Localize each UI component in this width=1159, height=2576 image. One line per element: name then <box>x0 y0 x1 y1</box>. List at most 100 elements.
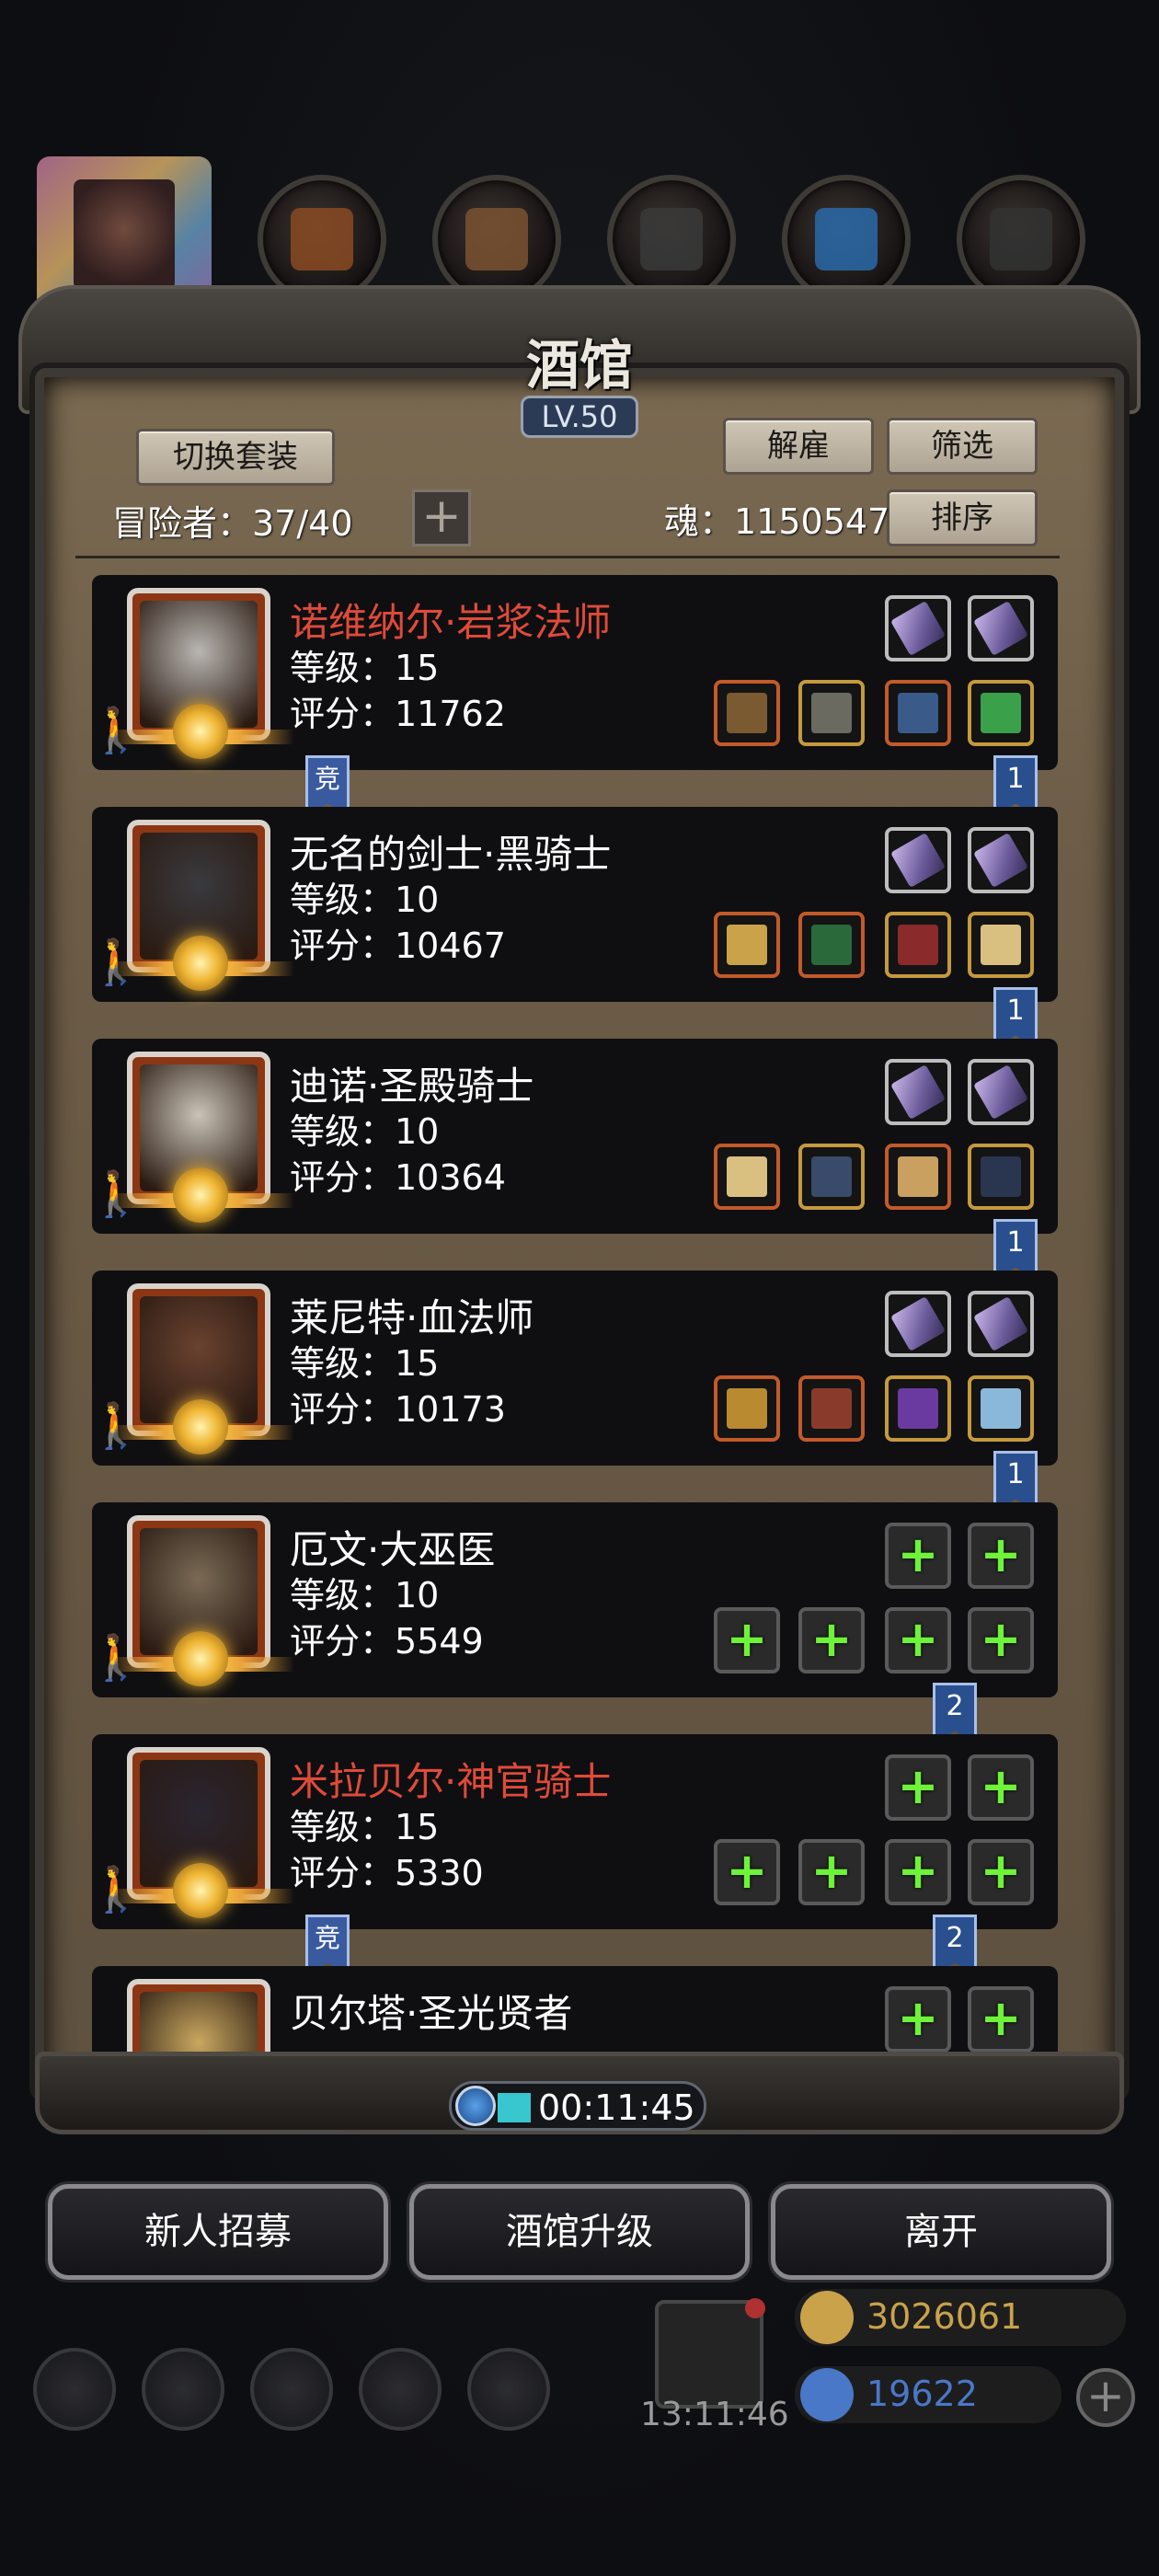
empty-equipment-slot[interactable]: + <box>885 1839 951 1905</box>
empty-crystal-slot[interactable]: + <box>885 1754 951 1821</box>
plank-resource-icon[interactable] <box>432 175 561 304</box>
empty-equipment-slot[interactable]: + <box>798 1839 865 1905</box>
hero-card[interactable]: 🚶 厄文·大巫医 等级：10 评分：5549 + + + + + + <box>92 1502 1058 1697</box>
hero-score: 评分：10467 <box>290 926 506 966</box>
hero-level: 等级：10 <box>290 1111 440 1152</box>
crystal-slot[interactable] <box>968 595 1034 661</box>
equipment-icon <box>727 693 767 733</box>
gift-icon[interactable] <box>655 2298 765 2409</box>
hero-level: 等级：15 <box>290 1343 440 1384</box>
hero-portrait[interactable] <box>127 1979 270 2052</box>
equipment-slot[interactable] <box>885 1375 951 1442</box>
recruit-timer: 00:11:45 <box>449 2081 706 2131</box>
equipment-icon <box>898 1156 938 1197</box>
avatar-face <box>74 179 175 290</box>
hero-card[interactable]: 🚶 无名的剑士·黑骑士 等级：10 评分：10467 <box>92 807 1058 1002</box>
equipment-icon <box>727 1388 767 1429</box>
empty-equipment-slot[interactable]: + <box>968 1839 1034 1905</box>
equipment-slot[interactable] <box>714 680 780 746</box>
empty-equipment-slot[interactable]: + <box>968 1607 1034 1673</box>
achievement-icon[interactable] <box>142 2348 224 2431</box>
equipment-slot[interactable] <box>798 1375 865 1442</box>
crystal-resource-icon[interactable] <box>782 175 911 304</box>
ingot-resource-icon[interactable] <box>957 175 1085 304</box>
hero-card[interactable]: 🚶 米拉贝尔·神官骑士 等级：15 评分：5330 + + + + + + <box>92 1734 1058 1929</box>
empty-crystal-slot[interactable]: + <box>968 1523 1034 1589</box>
hero-card[interactable]: 🚶 莱尼特·血法师 等级：15 评分：10173 <box>92 1271 1058 1466</box>
equipment-slot[interactable] <box>968 680 1034 746</box>
equipment-slot[interactable] <box>714 1144 780 1210</box>
hero-score: 评分：11762 <box>290 694 506 734</box>
plus-icon: + <box>726 1842 768 1900</box>
empty-equipment-slot[interactable]: + <box>885 1607 951 1673</box>
crystal-slot[interactable] <box>885 1291 951 1357</box>
soul-count: 魂：1150547 <box>664 501 890 542</box>
hero-level: 等级：10 <box>290 880 440 920</box>
rank-seal-icon <box>173 1167 228 1223</box>
equipment-icon <box>981 1388 1021 1429</box>
equipment-slot[interactable] <box>968 1375 1034 1442</box>
hero-card[interactable]: 🚶贝尔塔·圣光贤者++ <box>92 1966 1058 2052</box>
equipment-slot[interactable] <box>798 680 865 746</box>
recruit-button[interactable]: 新人招募 <box>48 2184 388 2280</box>
hero-card[interactable]: 🚶 迪诺·圣殿骑士 等级：10 评分：10364 <box>92 1039 1058 1234</box>
equipment-slot[interactable] <box>798 912 865 978</box>
crystal-icon <box>972 1295 1029 1352</box>
plus-icon: + <box>980 1989 1022 2047</box>
plus-icon: + <box>980 1610 1022 1668</box>
crystal-icon <box>889 600 947 657</box>
settings-icon[interactable] <box>33 2348 116 2431</box>
plus-icon: + <box>897 1610 939 1668</box>
equipment-slot[interactable] <box>885 1144 951 1210</box>
equipment-icon <box>811 925 852 965</box>
leave-button[interactable]: 离开 <box>771 2184 1111 2280</box>
timer-text: 00:11:45 <box>538 2087 695 2128</box>
dismiss-button[interactable]: 解雇 <box>723 418 874 475</box>
empty-crystal-slot[interactable]: + <box>885 1523 951 1589</box>
wood-resource-icon[interactable] <box>258 175 386 304</box>
add-gems-button[interactable]: + <box>1076 2368 1135 2427</box>
event-icon[interactable] <box>467 2348 550 2431</box>
empty-equipment-slot[interactable]: + <box>798 1607 865 1673</box>
equipment-icon <box>898 693 938 733</box>
crystal-slot[interactable] <box>968 827 1034 893</box>
crystal-slot[interactable] <box>885 595 951 661</box>
hero-score: 评分：10173 <box>290 1389 506 1430</box>
rank-seal-icon <box>173 1399 228 1455</box>
adventurer-silhouette-icon: 🚶 <box>92 937 143 988</box>
empty-crystal-slot[interactable]: + <box>885 1986 951 2052</box>
equipment-slot[interactable] <box>714 912 780 978</box>
equipment-icon <box>811 1156 852 1197</box>
plus-icon: + <box>897 1757 939 1815</box>
mail-icon[interactable] <box>359 2348 442 2431</box>
gold-value: 3026061 <box>866 2296 1023 2337</box>
crystal-slot[interactable] <box>968 1059 1034 1125</box>
empty-crystal-slot[interactable]: + <box>968 1754 1034 1821</box>
hero-card[interactable]: 🚶 诺维纳尔·岩浆法师 等级：15 评分：11762 <box>92 575 1058 770</box>
guild-icon[interactable] <box>250 2348 333 2431</box>
switch-outfit-button[interactable]: 切换套装 <box>136 429 335 486</box>
sort-button[interactable]: 排序 <box>887 489 1038 546</box>
equipment-slot[interactable] <box>968 912 1034 978</box>
crystal-slot[interactable] <box>885 827 951 893</box>
hero-list[interactable]: 🚶 诺维纳尔·岩浆法师 等级：15 评分：11762 1 竞 🚶 无名的剑士·黑骑士 等级：10… <box>92 575 1058 2052</box>
empty-crystal-slot[interactable]: + <box>968 1986 1034 2052</box>
filter-button[interactable]: 筛选 <box>887 418 1038 475</box>
equipment-slot[interactable] <box>798 1144 865 1210</box>
crystal-icon <box>889 1295 947 1352</box>
adventurer-silhouette-icon: 🚶 <box>92 1864 143 1915</box>
timer-progress <box>498 2093 531 2122</box>
equipment-slot[interactable] <box>885 680 951 746</box>
top-resource-row <box>28 156 1131 313</box>
tavern-upgrade-button[interactable]: 酒馆升级 <box>409 2184 750 2280</box>
add-slot-button[interactable]: + <box>412 489 471 546</box>
plus-icon: + <box>897 1842 939 1900</box>
equipment-slot[interactable] <box>714 1375 780 1442</box>
equipment-slot[interactable] <box>885 912 951 978</box>
empty-equipment-slot[interactable]: + <box>714 1607 780 1673</box>
crystal-slot[interactable] <box>885 1059 951 1125</box>
equipment-slot[interactable] <box>968 1144 1034 1210</box>
ore-resource-icon[interactable] <box>607 175 736 304</box>
crystal-slot[interactable] <box>968 1291 1034 1357</box>
empty-equipment-slot[interactable]: + <box>714 1839 780 1905</box>
